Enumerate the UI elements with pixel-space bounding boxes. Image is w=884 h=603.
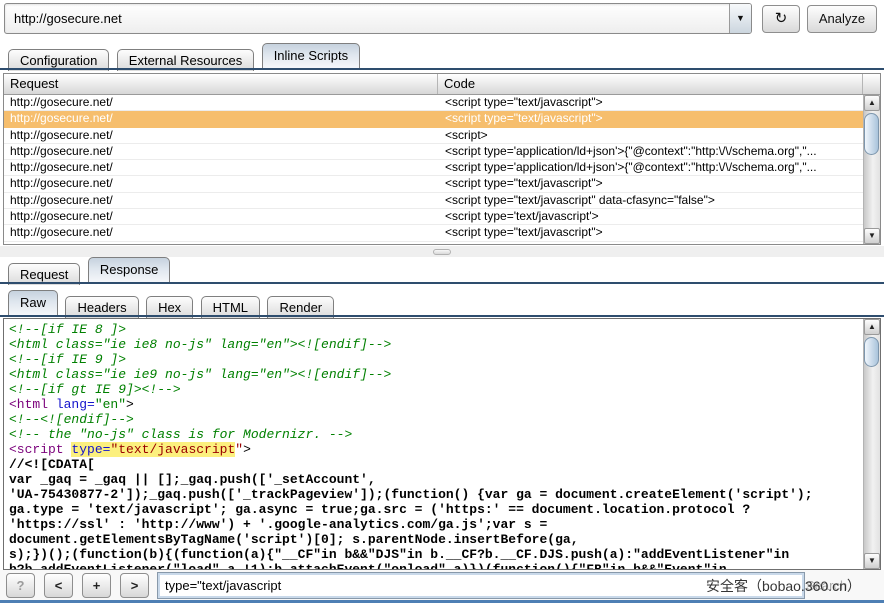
detail-tab-underline — [0, 282, 884, 284]
request-cell: http://gosecure.net/ — [4, 111, 438, 126]
code-line: <!--[if IE 8 ]> — [9, 322, 862, 337]
scroll-down-icon[interactable]: ▼ — [864, 228, 880, 244]
table-vertical-scrollbar[interactable]: ▲ ▼ — [863, 95, 880, 244]
refresh-icon: ↻ — [775, 10, 788, 27]
code-line: var _gaq = _gaq || [];_gaq.push(['_setAc… — [9, 472, 862, 487]
code-cell: <script type="text/javascript"> — [438, 225, 863, 240]
code-cell: <script type="text/javascript"> — [438, 111, 863, 126]
search-toolbar: ? < + > Search 安全客（bobao.360.cn） — [0, 570, 884, 603]
previous-match-button[interactable]: < — [44, 573, 73, 598]
code-line: 'UA-75430877-2']);_gaq.push(['_trackPage… — [9, 487, 862, 502]
code-line: <script type="text/javascript"> — [9, 442, 862, 457]
url-combobox[interactable]: http://gosecure.net ▼ — [4, 3, 752, 34]
divider-grip-icon[interactable] — [433, 249, 451, 255]
code-cell: <script type="text/javascript"> — [438, 95, 863, 110]
code-line: 'https://ssl' : 'http://www') + '.google… — [9, 517, 862, 532]
code-line: <!--[if IE 9 ]> — [9, 352, 862, 367]
view-tab-underline — [0, 315, 884, 317]
combo-dropdown-arrow-icon[interactable]: ▼ — [729, 4, 751, 33]
table-row[interactable]: http://gosecure.net/ <script type="text/… — [4, 95, 863, 111]
table-header-corner — [863, 74, 880, 94]
code-line: <!--[if gt IE 9]><!--> — [9, 382, 862, 397]
toolbar: http://gosecure.net ▼ ↻ Analyze — [0, 0, 884, 40]
table-header: Request Code — [4, 74, 880, 95]
main-tab-underline — [0, 68, 884, 70]
inline-scripts-table: Request Code http://gosecure.net/ <scrip… — [3, 73, 881, 245]
table-row[interactable]: http://gosecure.net/ <script type="text/… — [4, 225, 863, 241]
scroll-up-icon[interactable]: ▲ — [864, 95, 880, 111]
column-header-request[interactable]: Request — [4, 74, 438, 94]
code-cell: <script type="text/javascript"> — [438, 176, 863, 191]
code-cell: <script type='text/javascript'> — [438, 209, 863, 224]
table-row[interactable]: http://gosecure.net/ <script type='text/… — [4, 209, 863, 225]
code-line: <html lang="en"> — [9, 397, 862, 412]
code-line: <html class="ie ie9 no-js" lang="en"><![… — [9, 367, 862, 382]
tab-inline-scripts[interactable]: Inline Scripts — [262, 43, 360, 68]
tab-response[interactable]: Response — [88, 257, 171, 282]
site-watermark: 安全客（bobao.360.cn） — [706, 576, 861, 596]
next-match-button[interactable]: > — [120, 573, 149, 598]
code-line: //<![CDATA[ — [9, 457, 862, 472]
code-cell: <script type='application/ld+json'>{"@co… — [438, 160, 863, 175]
code-cell: <script type='application/ld+json'>{"@co… — [438, 144, 863, 159]
table-row[interactable]: http://gosecure.net/ <script type='appli… — [4, 144, 863, 160]
table-scrollbar-thumb[interactable] — [864, 113, 879, 155]
request-cell: http://gosecure.net/ — [4, 95, 438, 110]
column-header-code[interactable]: Code — [438, 74, 863, 94]
code-line: s);})();(function(b){(function(a){"__CF"… — [9, 547, 862, 562]
table-row[interactable]: http://gosecure.net/ <script> — [4, 128, 863, 144]
table-row[interactable]: http://gosecure.net/ <script type="text/… — [4, 176, 863, 192]
table-row[interactable]: http://gosecure.net/ <script type="text/… — [4, 193, 863, 209]
code-cell: <script type="text/javascript" data-cfas… — [438, 193, 863, 208]
main-tab-bar: Configuration External Resources Inline … — [8, 43, 363, 68]
analyze-button[interactable]: Analyze — [807, 5, 877, 33]
code-vertical-scrollbar[interactable]: ▲ ▼ — [863, 319, 880, 569]
request-cell: http://gosecure.net/ — [4, 225, 438, 240]
tab-raw[interactable]: Raw — [8, 290, 58, 315]
response-raw-view[interactable]: <!--[if IE 8 ]><html class="ie ie8 no-js… — [3, 318, 881, 570]
help-button[interactable]: ? — [6, 573, 35, 598]
url-value: http://gosecure.net — [14, 11, 122, 26]
view-tab-bar: Raw Headers Hex HTML Render — [8, 290, 337, 315]
code-line: <html class="ie ie8 no-js" lang="en"><![… — [9, 337, 862, 352]
code-line: document.getElementsByTagName('script')[… — [9, 532, 862, 547]
code-line: b?b.addEventListener("load",a,!1):b.atta… — [9, 562, 862, 570]
request-cell: http://gosecure.net/ — [4, 209, 438, 224]
code-cell: <script> — [438, 128, 863, 143]
request-cell: http://gosecure.net/ — [4, 176, 438, 191]
scroll-up-icon[interactable]: ▲ — [864, 319, 880, 335]
request-cell: http://gosecure.net/ — [4, 160, 438, 175]
request-cell: http://gosecure.net/ — [4, 193, 438, 208]
split-divider[interactable] — [0, 246, 884, 257]
code-line: ga.type = 'text/javascript'; ga.async = … — [9, 502, 862, 517]
code-line: <!--<![endif]--> — [9, 412, 862, 427]
code-line: <!-- the "no-js" class is for Modernizr.… — [9, 427, 862, 442]
table-row[interactable]: http://gosecure.net/ <script type="text/… — [4, 111, 863, 127]
code-scrollbar-thumb[interactable] — [864, 337, 879, 367]
scroll-down-icon[interactable]: ▼ — [864, 553, 880, 569]
table-row[interactable]: http://gosecure.net/ <script type='appli… — [4, 160, 863, 176]
request-cell: http://gosecure.net/ — [4, 128, 438, 143]
scripts-table-body: http://gosecure.net/ <script type="text/… — [4, 95, 863, 244]
detail-tab-bar: Request Response — [8, 257, 173, 282]
request-cell: http://gosecure.net/ — [4, 144, 438, 159]
refresh-button[interactable]: ↻ — [762, 5, 800, 33]
code-content: <!--[if IE 8 ]><html class="ie ie8 no-js… — [9, 322, 862, 570]
add-button[interactable]: + — [82, 573, 111, 598]
